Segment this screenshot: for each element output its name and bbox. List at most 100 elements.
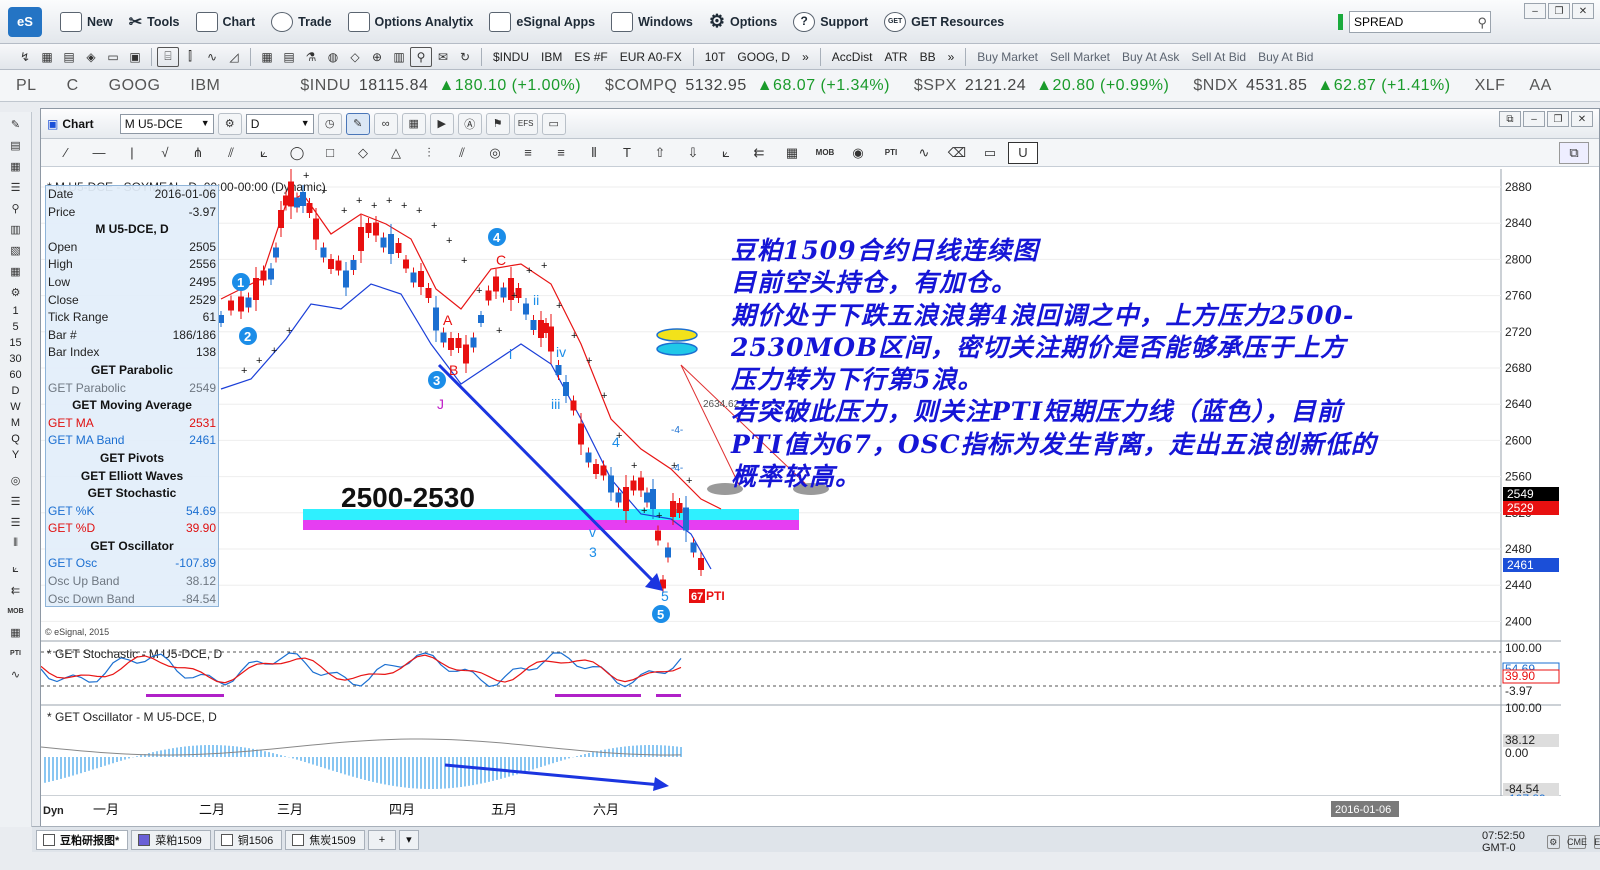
calculator-icon[interactable]: ▤ — [3, 136, 29, 154]
snapshot-icon[interactable]: ⧉ — [1559, 141, 1589, 164]
interval-input[interactable]: D ▼ — [245, 113, 314, 134]
menu-get-resources[interactable]: GET GET Resources — [876, 7, 1012, 37]
table-tool-icon[interactable]: ▦ — [777, 142, 807, 164]
toolbar-study-atr[interactable]: ATR — [878, 50, 913, 64]
comment-icon[interactable]: ▭ — [541, 112, 566, 135]
toolbar-symbol-es[interactable]: ES #F — [568, 50, 613, 64]
refresh-icon[interactable]: ↻ — [454, 47, 476, 67]
up-arrow-tool-icon[interactable]: ⇧ — [645, 142, 675, 164]
toolbar-symbol-ibm[interactable]: IBM — [535, 50, 568, 64]
down-arrow-tool-icon[interactable]: ⇩ — [678, 142, 708, 164]
efs-icon[interactable]: EFS — [1594, 835, 1600, 849]
list-icon[interactable]: ☰ — [3, 492, 29, 510]
list-icon[interactable]: ☰ — [3, 178, 29, 196]
arrows-icon[interactable]: ⇇ — [3, 581, 29, 599]
menu-tools[interactable]: ✂ Tools — [121, 7, 188, 37]
menu-support[interactable]: ? Support — [785, 7, 876, 37]
sell-at-bid-button[interactable]: Sell At Bid — [1185, 50, 1252, 64]
news-icon[interactable]: ▤ — [278, 47, 300, 67]
table-icon[interactable]: ▦ — [3, 623, 29, 641]
ticker-symbol[interactable]: IBM — [190, 77, 220, 95]
levels2-tool-icon[interactable]: ≡ — [546, 142, 576, 164]
menu-windows[interactable]: Windows — [603, 7, 701, 37]
calc-icon[interactable]: ▤ — [58, 47, 80, 67]
interval-button[interactable]: M — [3, 417, 29, 429]
fan-tool-icon[interactable]: ⟀ — [249, 142, 279, 164]
toolbar-more-icon[interactable]: » — [796, 50, 815, 64]
compare-icon[interactable]: ◇ — [344, 47, 366, 67]
study-icon[interactable]: Ⓐ — [457, 112, 482, 135]
list-icon[interactable]: ☰ — [3, 513, 29, 531]
ticker-symbol[interactable]: AA — [1529, 77, 1551, 95]
ticker-symbol[interactable]: PL — [16, 77, 37, 95]
minimize-button[interactable]: – — [1524, 3, 1546, 19]
toolbar-interval-10t[interactable]: 10T — [699, 50, 732, 64]
cme-icon[interactable]: CME — [1567, 835, 1587, 849]
drawing-tools-icon[interactable]: ✎ — [3, 115, 29, 133]
menu-chart[interactable]: Chart — [188, 7, 264, 37]
flask-icon[interactable]: ⚗ — [300, 47, 322, 67]
grid-icon[interactable]: ▦ — [36, 47, 58, 67]
bar-chart-icon[interactable]: ⫿ — [179, 47, 201, 67]
triangle-tool-icon[interactable]: △ — [381, 142, 411, 164]
circles-tool-icon[interactable]: ◎ — [480, 142, 510, 164]
toolbar-study-accdist[interactable]: AccDist — [826, 50, 879, 64]
pti-icon[interactable]: PTI — [3, 644, 29, 662]
clock-icon[interactable]: ◷ — [317, 112, 342, 135]
grid-icon[interactable]: ▦ — [3, 262, 29, 280]
area-chart-icon[interactable]: ◿ — [223, 47, 245, 67]
fib-tool-icon[interactable]: ⫽ — [216, 142, 246, 164]
pencil-icon[interactable]: ✎ — [345, 112, 370, 135]
eraser-tool-icon[interactable]: ◇ — [348, 142, 378, 164]
mail-icon[interactable]: ✉ — [432, 47, 454, 67]
toolbar-symbol-eur[interactable]: EUR A0-FX — [614, 50, 688, 64]
toolbar-symbol-indu[interactable]: $INDU — [487, 50, 535, 64]
chart-window-icon[interactable]: ⌸ — [157, 46, 179, 67]
interval-button[interactable]: 30 — [3, 353, 29, 365]
window-icon[interactable]: ▣ — [124, 47, 146, 67]
menu-trade[interactable]: Trade — [263, 7, 339, 37]
ticker-symbol[interactable]: GOOG — [109, 77, 161, 95]
chart-list-icon[interactable]: ▧ — [3, 241, 29, 259]
data-window[interactable]: Date 2016-01-06 Price -3.97 M U5-DCE, D Op… — [45, 185, 219, 607]
fan-icon[interactable]: ⟀ — [3, 560, 29, 578]
page-tab[interactable]: 豆粕研报图* — [36, 829, 129, 850]
text-tool-icon[interactable]: T — [612, 142, 642, 164]
book-icon[interactable]: ▥ — [388, 47, 410, 67]
interval-button[interactable]: W — [3, 401, 29, 413]
page-tab[interactable]: 焦炭1509 — [285, 829, 365, 850]
ticker-index-symbol[interactable]: $COMPQ — [605, 77, 677, 95]
interval-button[interactable]: 1 — [3, 305, 29, 317]
target-icon[interactable]: ⊕ — [366, 47, 388, 67]
spread-input[interactable] — [1349, 11, 1491, 33]
search-icon[interactable]: ⚲ — [3, 199, 29, 217]
comment-tool-icon[interactable]: ▭ — [975, 142, 1005, 164]
efs-icon[interactable]: EFS — [513, 112, 538, 135]
interval-button[interactable]: 5 — [3, 321, 29, 333]
toolbar-more-icon[interactable]: » — [942, 50, 961, 64]
buy-at-ask-button[interactable]: Buy At Ask — [1116, 50, 1185, 64]
close-button[interactable]: ✕ — [1572, 3, 1594, 19]
line-tool-icon[interactable]: ⁄ — [51, 142, 81, 164]
chart-minimize-button[interactable]: – — [1523, 111, 1545, 127]
line-chart-icon[interactable]: ∿ — [201, 47, 223, 67]
pti-tool-icon[interactable]: PTI — [876, 142, 906, 164]
interval-button[interactable]: Q — [3, 433, 29, 445]
polyline-tool-icon[interactable]: √ — [150, 142, 180, 164]
restore-button[interactable]: ❐ — [1548, 3, 1570, 19]
settings-icon[interactable]: ⚙ — [3, 283, 29, 301]
levels-tool-icon[interactable]: ≡ — [513, 142, 543, 164]
erase-tool-icon[interactable]: ⌫ — [942, 142, 972, 164]
interval-button[interactable]: D — [3, 385, 29, 397]
link-icon[interactable]: ∞ — [373, 112, 398, 135]
menu-options[interactable]: ⚙ Options — [701, 7, 785, 37]
add-tab-button[interactable]: + — [367, 829, 397, 850]
vline-tool-icon[interactable]: | — [117, 142, 147, 164]
search-icon[interactable]: ⚲ — [1477, 15, 1487, 31]
news-icon[interactable]: ▦ — [3, 157, 29, 175]
toolbar-interval-goog[interactable]: GOOG, D — [731, 50, 796, 64]
bars-tool-icon[interactable]: ⦀ — [579, 142, 609, 164]
list-icon[interactable]: ▭ — [102, 47, 124, 67]
eye-tool-icon[interactable]: ◉ — [843, 142, 873, 164]
toolbar-study-bb[interactable]: BB — [914, 50, 942, 64]
